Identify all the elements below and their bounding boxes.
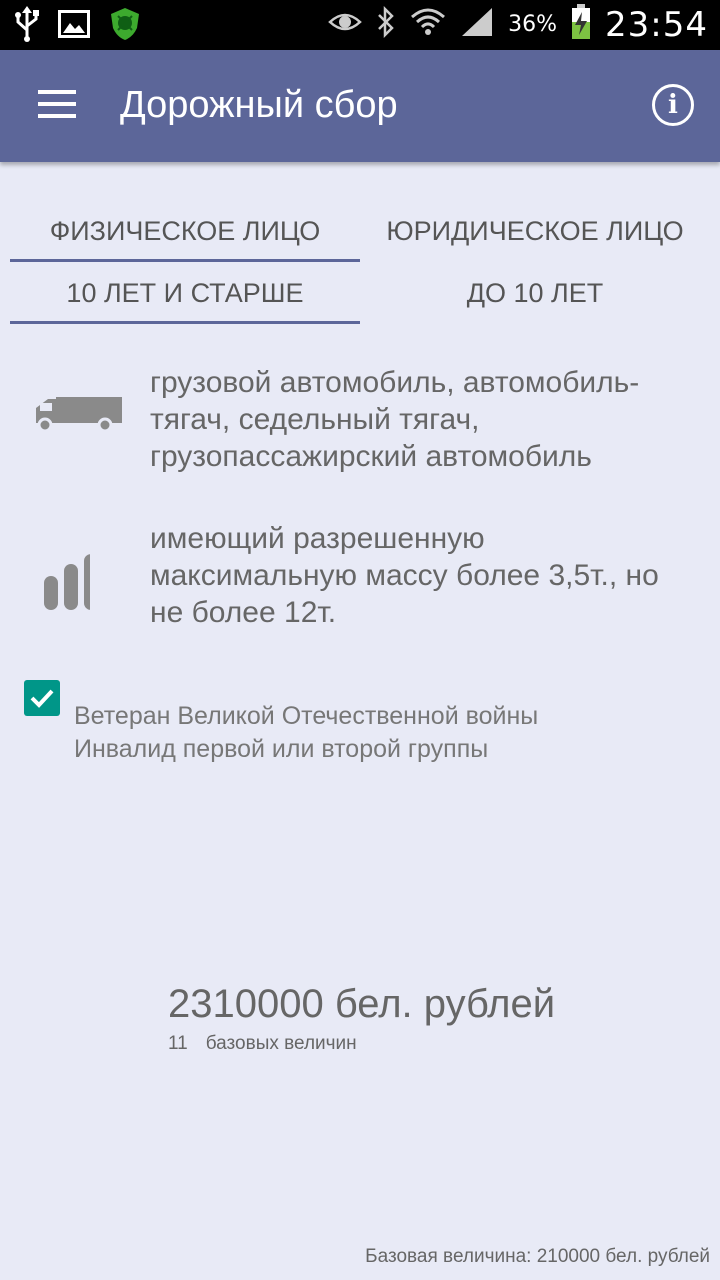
battery-percent: 36%: [508, 12, 558, 37]
tab-under-10-years[interactable]: ДО 10 ЛЕТ: [360, 268, 710, 324]
battery-charging-icon: [571, 4, 591, 45]
vehicle-type-text: грузовой автомобиль, автомобиль- тягач, …: [150, 364, 710, 475]
tab-10-years-and-older[interactable]: 10 ЛЕТ И СТАРШЕ: [10, 268, 360, 324]
benefit-line: Инвалид первой или второй группы: [74, 735, 489, 763]
benefit-label[interactable]: Ветеран Великой Отечественной войны Инва…: [74, 700, 538, 766]
info-icon[interactable]: i: [652, 84, 694, 126]
truck-icon: [30, 394, 124, 439]
signal-icon: [460, 6, 494, 43]
fee-amount: 2310000 бел. рублей: [168, 982, 556, 1026]
tab-individual[interactable]: ФИЗИЧЕСКОЕ ЛИЦО: [10, 206, 360, 262]
bars-icon: [30, 550, 98, 615]
vehicle-type-selector[interactable]: грузовой автомобиль, автомобиль- тягач, …: [0, 364, 720, 484]
status-bar: 36% 23:54: [0, 0, 720, 50]
mass-category-selector[interactable]: имеющий разрешенную максимальную массу б…: [0, 520, 720, 640]
mass-line: имеющий разрешенную: [150, 522, 485, 555]
tab-legal-entity[interactable]: ЮРИДИЧЕСКОЕ ЛИЦО: [360, 206, 710, 262]
shield-icon: [108, 6, 142, 47]
vehicle-line: тягач, седельный тягач,: [150, 403, 480, 436]
base-units: 11 базовых величин: [168, 1033, 555, 1055]
vehicle-line: грузовой автомобиль, автомобиль-: [150, 366, 640, 399]
vehicle-line: грузопассажирский автомобиль: [150, 440, 592, 473]
eye-icon: [328, 10, 362, 39]
fee-result: 2310000 бел. рублей 11 базовых величин: [168, 982, 555, 1055]
owner-type-tabs: ФИЗИЧЕСКОЕ ЛИЦО ЮРИДИЧЕСКОЕ ЛИЦО: [10, 206, 710, 262]
app-bar: Дорожный сбор i: [0, 50, 720, 162]
benefit-line: Ветеран Великой Отечественной войны: [74, 702, 539, 730]
menu-icon[interactable]: [30, 80, 82, 132]
usb-icon: [14, 6, 40, 47]
base-value-note: Базовая величина: 210000 бел. рублей: [365, 1246, 710, 1267]
page-title: Дорожный сбор: [120, 84, 398, 126]
mass-line: максимальную массу более 3,5т., но: [150, 559, 659, 592]
bluetooth-icon: [376, 5, 396, 43]
image-icon: [58, 10, 90, 43]
mass-line: не более 12т.: [150, 596, 337, 629]
base-unit-count: 11: [168, 1033, 188, 1054]
base-unit-label: базовых величин: [205, 1033, 357, 1054]
vehicle-age-tabs: 10 ЛЕТ И СТАРШЕ ДО 10 ЛЕТ: [10, 268, 710, 324]
check-icon: [30, 689, 54, 708]
benefit-checkbox[interactable]: [24, 680, 60, 716]
wifi-icon: [410, 7, 446, 42]
mass-category-text: имеющий разрешенную максимальную массу б…: [150, 520, 710, 631]
clock: 23:54: [605, 4, 708, 45]
